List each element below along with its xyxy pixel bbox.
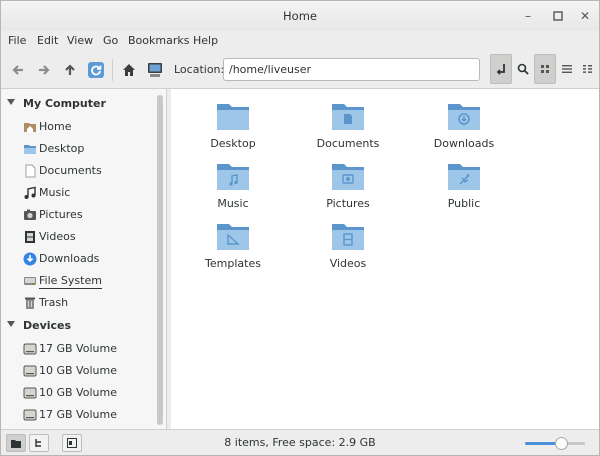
pictures-folder-icon: [332, 164, 364, 190]
close-icon[interactable]: ✕: [577, 8, 593, 24]
drive-icon: [23, 387, 37, 399]
minimize-icon[interactable]: –: [520, 8, 536, 24]
search-icon: [517, 63, 529, 75]
pictures-icon: [24, 209, 36, 220]
folder-item-desktop[interactable]: Desktop: [188, 97, 278, 153]
menu-bookmarks[interactable]: Bookmarks: [128, 34, 189, 47]
back-button[interactable]: [7, 59, 29, 81]
menu-edit[interactable]: Edit: [37, 34, 58, 47]
expander-icon[interactable]: [7, 321, 15, 327]
title-bar[interactable]: Home – ✕: [1, 1, 599, 31]
computer-button[interactable]: [144, 59, 166, 81]
music-folder-icon: [217, 164, 249, 190]
zoom-slider-handle[interactable]: [554, 437, 568, 450]
compact-view-icon: [583, 65, 592, 73]
desktop-folder-icon: [24, 145, 36, 154]
sidebar-item-file-system[interactable]: File System: [1, 271, 157, 291]
folder-item-templates[interactable]: Templates: [188, 217, 278, 273]
file-view[interactable]: Desktop Documents Downloads Music Pictur…: [171, 89, 599, 429]
sidebar-item-home[interactable]: Home: [1, 117, 157, 137]
toolbar-separator: [112, 59, 113, 81]
folder-item-downloads[interactable]: Downloads: [419, 97, 509, 153]
menu-help[interactable]: Help: [193, 34, 218, 47]
reload-icon: [88, 62, 104, 78]
toggle-location-entry-button[interactable]: [490, 54, 512, 84]
up-button[interactable]: [59, 59, 81, 81]
folder-icon: [217, 104, 249, 130]
menu-view[interactable]: View: [67, 34, 93, 47]
menu-go[interactable]: Go: [103, 34, 118, 47]
menu-bar: File Edit View Go Bookmarks Help: [1, 31, 599, 51]
sidebar-item-desktop[interactable]: Desktop: [1, 139, 157, 159]
forward-arrow-icon: [39, 65, 50, 75]
trash-icon: [25, 297, 35, 309]
harddisk-icon: [24, 277, 36, 285]
location-input[interactable]: [223, 58, 480, 81]
public-folder-icon: [448, 164, 480, 190]
sidebar-item-music[interactable]: Music: [1, 183, 157, 203]
file-manager-window: Home – ✕ File Edit View Go Bookmarks Hel…: [0, 0, 600, 456]
home-folder-icon: [24, 123, 36, 132]
forward-button[interactable]: [33, 59, 55, 81]
sidebar-item-documents[interactable]: Documents: [1, 161, 157, 181]
folder-item-pictures[interactable]: Pictures: [303, 157, 393, 213]
drive-icon: [23, 343, 37, 355]
folder-item-videos[interactable]: Videos: [303, 217, 393, 273]
music-icon: [24, 186, 36, 199]
downloads-icon: [23, 252, 37, 266]
expander-icon[interactable]: [7, 99, 15, 105]
list-view-button[interactable]: [556, 54, 578, 84]
videos-icon: [25, 231, 35, 243]
folder-item-documents[interactable]: Documents: [303, 97, 393, 153]
documents-icon: [25, 164, 36, 178]
documents-folder-icon: [332, 104, 364, 130]
sidebar-item-volume[interactable]: 17 GB Volume: [1, 405, 157, 425]
list-view-icon: [562, 65, 572, 73]
sidebar-item-volume[interactable]: 17 GB Volume: [1, 339, 157, 359]
sidebar-item-volume[interactable]: 10 GB Volume: [1, 383, 157, 403]
templates-folder-icon: [217, 224, 249, 250]
compact-view-button[interactable]: [577, 54, 599, 84]
folder-item-music[interactable]: Music: [188, 157, 278, 213]
back-arrow-icon: [12, 65, 23, 75]
downloads-folder-icon: [448, 104, 480, 130]
sidebar-item-downloads[interactable]: Downloads: [1, 249, 157, 269]
drive-icon: [23, 409, 37, 421]
menu-file[interactable]: File: [8, 34, 26, 47]
up-arrow-icon: [65, 64, 75, 75]
text-entry-icon: [496, 64, 505, 75]
location-label: Location:: [174, 63, 225, 76]
status-bar: 8 items, Free space: 2.9 GB: [1, 429, 599, 455]
icon-view-icon: [541, 65, 549, 73]
drive-icon: [23, 365, 37, 377]
computer-icon: [148, 63, 162, 77]
reload-button[interactable]: [85, 59, 107, 81]
status-text: 8 items, Free space: 2.9 GB: [224, 436, 376, 449]
sidebar-item-pictures[interactable]: Pictures: [1, 205, 157, 225]
home-button[interactable]: [118, 59, 140, 81]
home-icon: [123, 64, 135, 76]
window-title: Home: [283, 9, 317, 23]
icon-view-button[interactable]: [534, 54, 556, 84]
sidebar-item-volume[interactable]: 10 GB Volume: [1, 361, 157, 381]
maximize-icon[interactable]: [550, 8, 566, 24]
sidebar-item-trash[interactable]: Trash: [1, 293, 157, 313]
videos-folder-icon: [332, 224, 364, 250]
sidebar: My Computer Home Desktop Documents Music…: [1, 89, 167, 429]
search-button[interactable]: [512, 54, 534, 84]
sidebar-scrollbar[interactable]: [157, 95, 163, 425]
folder-item-public[interactable]: Public: [419, 157, 509, 213]
sidebar-item-videos[interactable]: Videos: [1, 227, 157, 247]
